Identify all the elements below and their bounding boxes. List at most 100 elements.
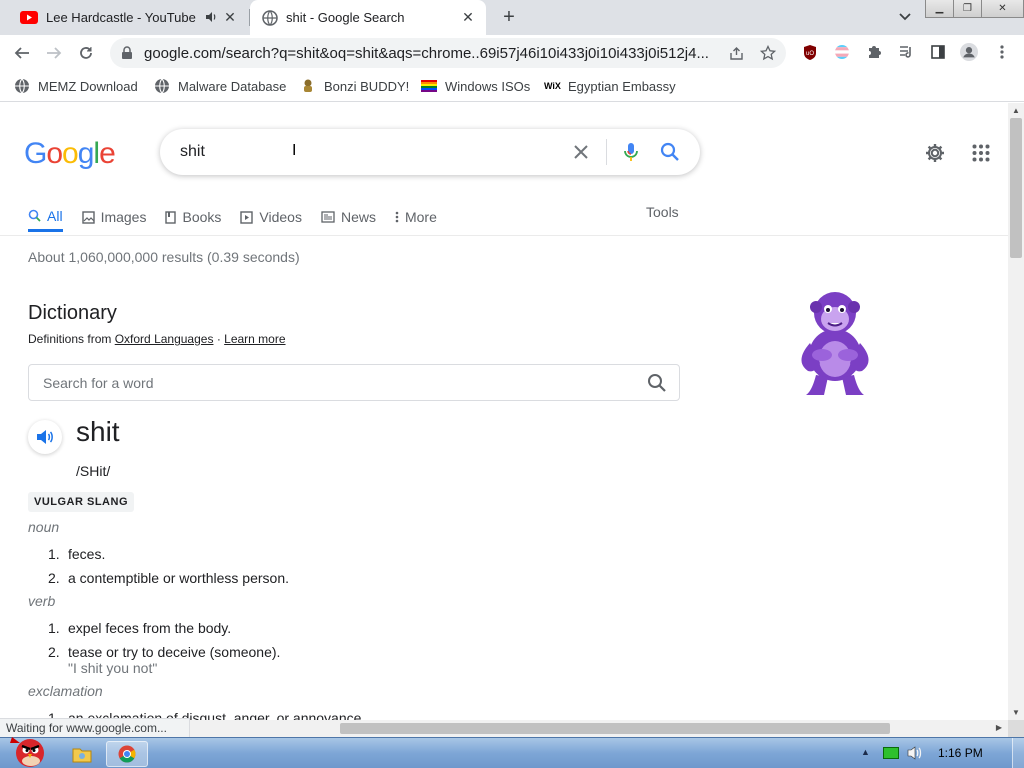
pronunciation-button[interactable]: [28, 420, 62, 454]
sense-number: 1.: [48, 620, 60, 636]
scroll-right-arrow-icon[interactable]: ▶: [996, 723, 1002, 732]
tab-label: Books: [182, 209, 222, 225]
part-of-speech-exclamation: exclamation: [28, 683, 103, 699]
side-panel-icon[interactable]: [929, 43, 947, 61]
file-explorer-icon[interactable]: [64, 741, 100, 767]
tab-label: News: [340, 209, 376, 225]
scroll-up-arrow-icon[interactable]: ▲: [1012, 106, 1020, 115]
reload-button[interactable]: [74, 41, 98, 65]
tab-label: Images: [100, 209, 147, 225]
lock-icon[interactable]: [120, 46, 134, 60]
tab-strip: Lee Hardcastle - YouTube ✕ shit - Google…: [0, 0, 1024, 35]
sense-text: expel feces from the body.: [68, 620, 232, 636]
bookmark-bonzi-buddy[interactable]: Bonzi BUDDY!: [300, 76, 409, 96]
bookmark-label: Windows ISOs: [445, 78, 531, 94]
scroll-down-arrow-icon[interactable]: ▼: [1012, 708, 1020, 717]
google-logo[interactable]: Google: [24, 137, 116, 171]
bookmark-label: Egyptian Embassy: [568, 78, 676, 94]
speaker-icon: [37, 430, 53, 444]
show-desktop-button[interactable]: [1012, 738, 1024, 768]
trans-flag-extension-icon[interactable]: [833, 43, 851, 61]
search-icon: [28, 209, 41, 222]
part-of-speech-verb: verb: [28, 593, 56, 609]
start-button-angry-bird-icon[interactable]: [2, 732, 52, 768]
share-icon[interactable]: [728, 45, 744, 61]
image-icon: [81, 210, 95, 224]
tabs-divider: [0, 235, 1008, 236]
register-label: VULGAR SLANG: [28, 492, 134, 512]
sense-number: 1.: [48, 546, 60, 562]
horizontal-scroll-thumb[interactable]: [340, 723, 890, 734]
network-icon[interactable]: [883, 747, 899, 759]
tab-images[interactable]: Images: [81, 202, 147, 232]
close-tab-icon[interactable]: ✕: [222, 9, 238, 25]
bookmark-star-icon[interactable]: [760, 45, 776, 61]
new-tab-button[interactable]: +: [498, 6, 520, 28]
search-divider: [606, 139, 607, 165]
browser-menu-icon[interactable]: [993, 43, 1011, 61]
clear-search-icon[interactable]: [570, 141, 592, 163]
video-icon: [240, 210, 254, 224]
sense-number: 2.: [48, 644, 60, 660]
media-control-icon[interactable]: [897, 43, 915, 61]
search-input[interactable]: shit: [180, 143, 205, 161]
news-icon: [321, 211, 335, 223]
forward-button[interactable]: [42, 41, 66, 65]
address-bar[interactable]: google.com/search?q=shit&oq=shit&aqs=chr…: [110, 38, 786, 68]
volume-icon[interactable]: [907, 745, 923, 764]
definitions-from-label: Definitions from: [28, 332, 112, 346]
tab-label: More: [404, 209, 437, 225]
google-results-page: Google shit I All Images Books Videos Ne…: [0, 103, 1008, 720]
search-icon[interactable]: [659, 141, 681, 163]
bookmark-egyptian-embassy[interactable]: WiX Egyptian Embassy: [544, 76, 676, 96]
chrome-taskbar-button[interactable]: [106, 741, 148, 767]
maximize-button[interactable]: ❐: [953, 0, 982, 18]
learn-more-link[interactable]: Learn more: [224, 332, 285, 346]
microphone-icon[interactable]: [621, 141, 641, 163]
globe-icon: [15, 78, 29, 94]
search-icon[interactable]: [647, 373, 667, 393]
tab-all[interactable]: All: [28, 202, 63, 232]
sense-item: 1. feces.: [48, 546, 105, 562]
tab-google-search[interactable]: shit - Google Search ✕: [250, 0, 486, 35]
bookmark-label: Bonzi BUDDY!: [324, 78, 410, 94]
windows-taskbar: ▲ 1:16 PM: [0, 737, 1024, 768]
tab-videos[interactable]: Videos: [240, 202, 302, 232]
word-search-placeholder: Search for a word: [43, 374, 154, 391]
back-button[interactable]: [10, 41, 34, 65]
audio-icon[interactable]: [204, 10, 218, 27]
close-tab-icon[interactable]: ✕: [460, 9, 476, 25]
tab-title: Lee Hardcastle - YouTube: [46, 10, 196, 25]
usage-example: "I shit you not": [68, 660, 158, 676]
tools-button[interactable]: Tools: [646, 204, 679, 220]
globe-icon: [262, 9, 278, 26]
tab-youtube[interactable]: Lee Hardcastle - YouTube ✕: [8, 0, 248, 35]
bonzi-buddy-character[interactable]: [788, 283, 882, 401]
close-window-button[interactable]: ✕: [981, 0, 1024, 18]
profile-avatar-icon[interactable]: [960, 43, 978, 61]
separator: ·: [216, 332, 221, 346]
search-box[interactable]: shit I: [160, 129, 700, 175]
bookmark-windows-isos[interactable]: Windows ISOs: [421, 76, 530, 96]
url-text: google.com/search?q=shit&oq=shit&aqs=chr…: [144, 44, 709, 62]
ublock-icon[interactable]: uO: [801, 43, 819, 61]
tab-search-chevron-icon[interactable]: [896, 8, 914, 26]
tab-more[interactable]: More: [395, 202, 437, 232]
tab-news[interactable]: News: [321, 202, 376, 232]
settings-gear-icon[interactable]: [924, 142, 946, 164]
minimize-button[interactable]: ▁: [925, 0, 954, 18]
text-cursor-icon: I: [292, 142, 297, 159]
bonzi-icon: [304, 79, 312, 92]
extensions-puzzle-icon[interactable]: [865, 43, 883, 61]
taskbar-clock[interactable]: 1:16 PM: [938, 746, 983, 760]
tab-label: All: [47, 207, 63, 224]
bookmark-malware-database[interactable]: Malware Database: [154, 76, 286, 96]
show-hidden-icons-arrow[interactable]: ▲: [861, 747, 870, 757]
sense-item: 2. a contemptible or worthless person.: [48, 570, 289, 586]
google-apps-icon[interactable]: [972, 144, 990, 162]
word-search-field[interactable]: Search for a word: [28, 364, 680, 401]
bookmark-memz[interactable]: MEMZ Download: [14, 76, 138, 96]
vertical-scroll-thumb[interactable]: [1010, 118, 1022, 258]
tab-books[interactable]: Books: [165, 202, 221, 232]
oxford-languages-link[interactable]: Oxford Languages: [115, 332, 214, 346]
